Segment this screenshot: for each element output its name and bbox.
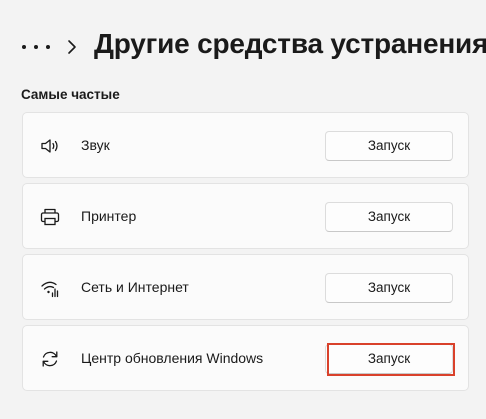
run-windows-update-button[interactable]: Запуск: [325, 344, 453, 374]
troubleshooter-item-printer: Принтер Запуск: [22, 183, 469, 249]
run-network-button[interactable]: Запуск: [325, 273, 453, 303]
chevron-right-icon: [68, 40, 76, 54]
dot-icon: [34, 45, 38, 49]
troubleshooter-item-sound: Звук Запуск: [22, 112, 469, 178]
troubleshooter-item-windows-update: Центр обновления Windows Запуск: [22, 325, 469, 391]
troubleshooter-list: Звук Запуск Принтер Запуск Сеть и Интерн…: [22, 112, 469, 396]
header: Другие средства устранения: [0, 0, 486, 90]
troubleshooter-item-network: Сеть и Интернет Запуск: [22, 254, 469, 320]
section-heading: Самые частые: [21, 87, 120, 102]
run-sound-button[interactable]: Запуск: [325, 131, 453, 161]
dot-icon: [46, 45, 50, 49]
speaker-icon: [41, 139, 58, 153]
troubleshooter-label: Центр обновления Windows: [81, 350, 264, 366]
troubleshooter-label: Принтер: [81, 208, 137, 224]
dot-icon: [22, 45, 26, 49]
page-title: Другие средства устранения: [94, 28, 486, 59]
refresh-icon: [42, 351, 58, 367]
run-printer-button[interactable]: Запуск: [325, 202, 453, 232]
network-icon: [41, 281, 59, 298]
troubleshooter-label: Сеть и Интернет: [81, 279, 189, 295]
troubleshooter-label: Звук: [81, 137, 110, 153]
printer-icon: [40, 208, 60, 226]
more-options-icon[interactable]: [22, 36, 50, 58]
